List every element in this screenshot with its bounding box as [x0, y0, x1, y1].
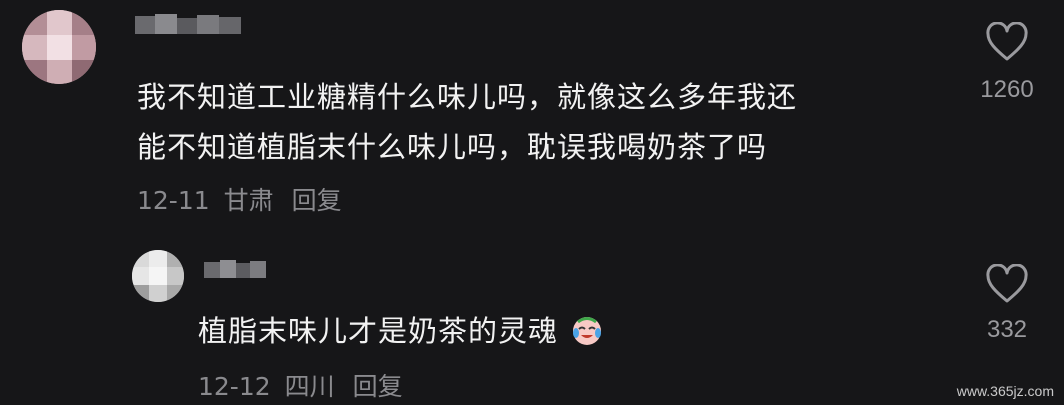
like-count: 1260 [980, 76, 1034, 103]
like-count: 332 [986, 316, 1028, 343]
comment-location: 甘肃 [223, 186, 274, 215]
reply-button[interactable]: 回复 [353, 372, 403, 401]
comment-date: 12-11 [137, 186, 210, 215]
reply-text: 植脂末味儿才是奶茶的灵魂 [198, 314, 559, 348]
comment-date: 12-12 [198, 372, 271, 401]
avatar-mosaic [22, 10, 96, 84]
heart-outline-icon [986, 264, 1028, 303]
reply-comment-meta: 12-12 四川 回复 [198, 367, 403, 403]
avatar[interactable] [132, 250, 184, 302]
username-redacted[interactable] [135, 12, 250, 38]
crying-laughing-face-icon [573, 317, 602, 345]
reply-button[interactable]: 回复 [292, 186, 342, 215]
comment-location: 四川 [284, 372, 335, 401]
comment-text-line-2: 能不知道植脂末什么味儿吗，耽误我喝奶茶了吗 [137, 130, 768, 164]
reply-comment-text: 植脂末味儿才是奶茶的灵魂 [198, 308, 604, 350]
username-redacted[interactable] [204, 258, 266, 282]
heart-outline-icon [986, 22, 1028, 61]
comment-meta: 12-11 甘肃 回复 [137, 181, 342, 217]
comment-text-line-1: 我不知道工业糖精什么味儿吗，就像这么多年我还 [137, 80, 798, 114]
watermark: www.365jz.com [956, 383, 1054, 399]
avatar[interactable] [22, 10, 96, 84]
like-button[interactable]: 332 [974, 264, 1040, 344]
avatar-mosaic [132, 250, 184, 302]
like-button[interactable]: 1260 [974, 22, 1040, 104]
